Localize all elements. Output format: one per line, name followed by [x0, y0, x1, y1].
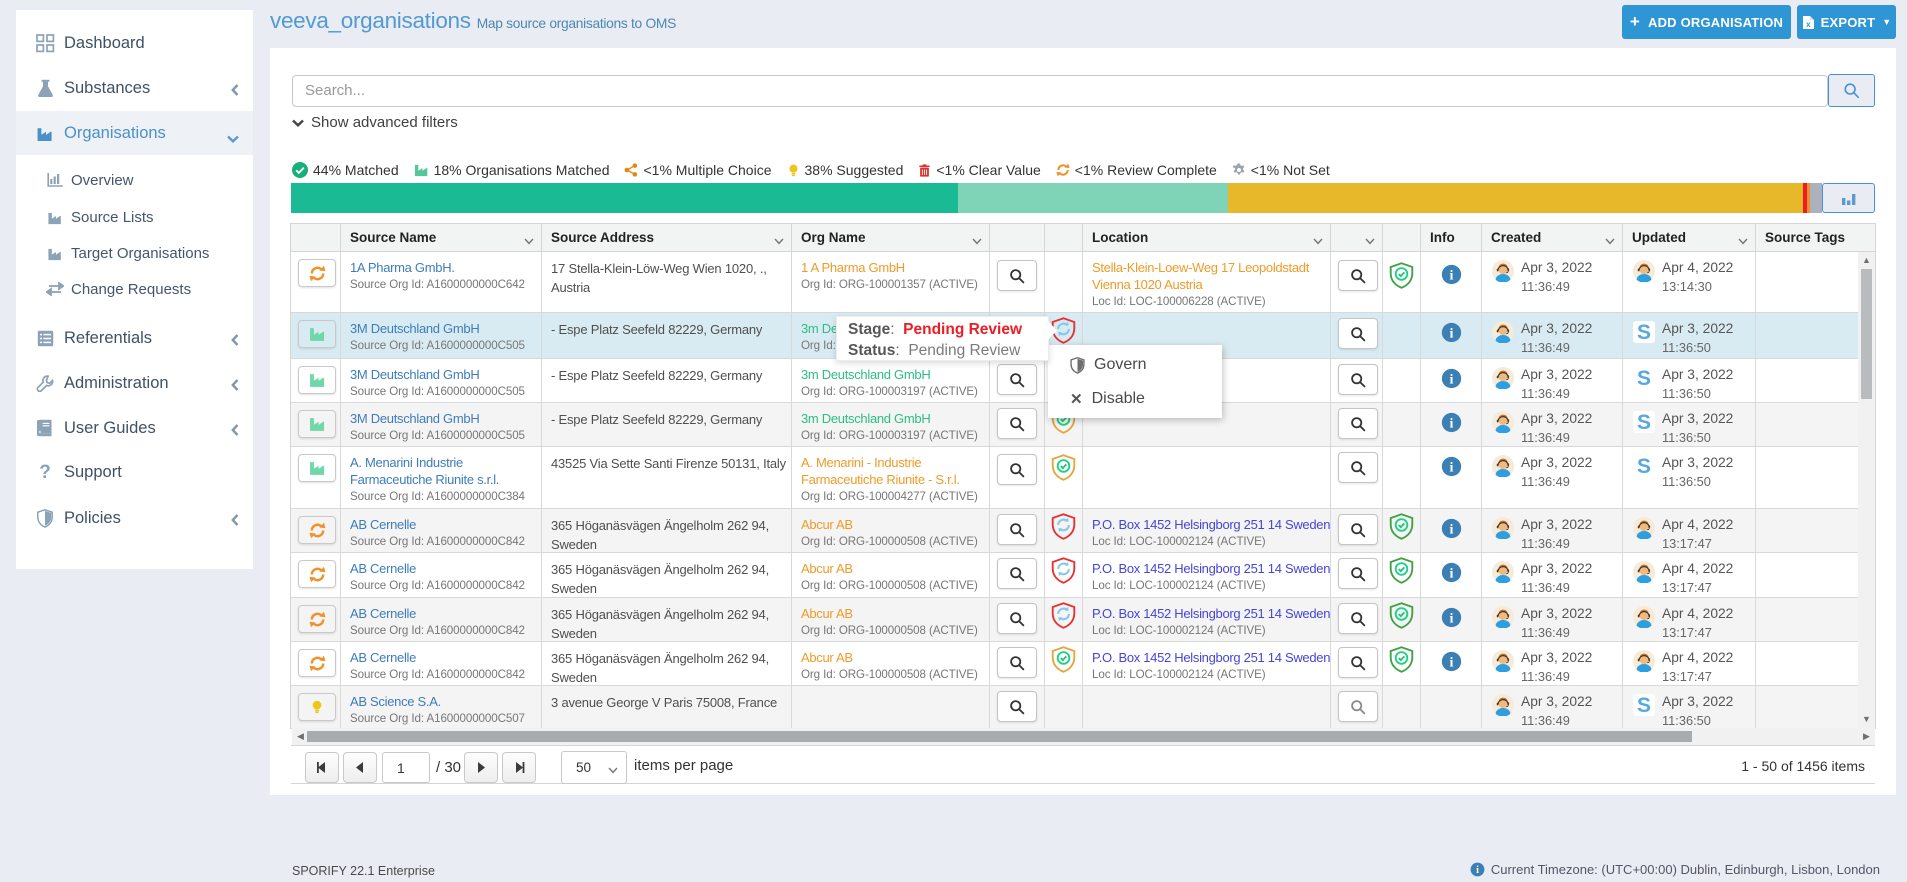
- svg-text:i: i: [1449, 459, 1453, 475]
- svg-text:x: x: [1806, 19, 1811, 28]
- svg-text:i: i: [1449, 415, 1453, 431]
- svg-text:i: i: [1449, 521, 1453, 537]
- svg-text:i: i: [1449, 371, 1453, 387]
- svg-text:S: S: [1637, 367, 1651, 389]
- svg-text:i: i: [1449, 565, 1453, 581]
- svg-text:i: i: [1449, 654, 1453, 670]
- svg-text:S: S: [1637, 455, 1651, 477]
- svg-text:S: S: [1637, 694, 1651, 716]
- svg-text:i: i: [1476, 865, 1479, 876]
- svg-text:S: S: [1637, 321, 1651, 343]
- svg-text:i: i: [1449, 267, 1453, 283]
- svg-text:S: S: [1637, 411, 1651, 433]
- svg-text:i: i: [1449, 325, 1453, 341]
- svg-text:i: i: [1449, 610, 1453, 626]
